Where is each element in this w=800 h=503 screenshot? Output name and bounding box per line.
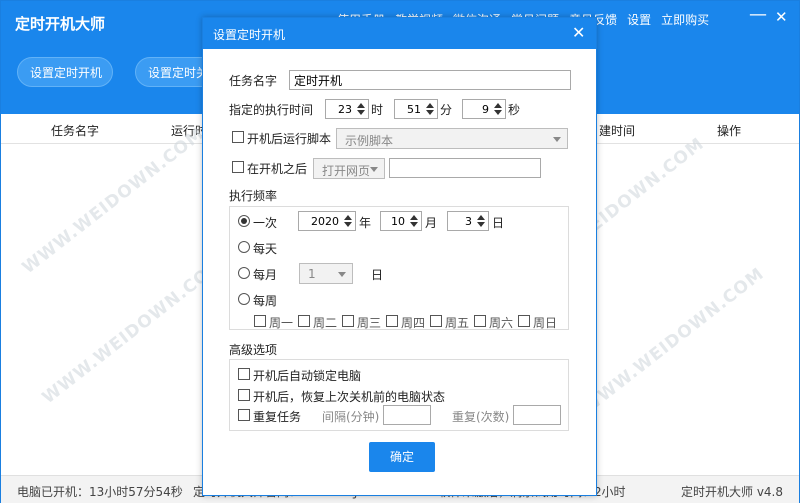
- weekday-checkbox-fri[interactable]: [430, 315, 442, 327]
- repeat-count-input[interactable]: [513, 405, 561, 425]
- spinner-arrows-icon[interactable]: [409, 213, 418, 229]
- weekday-label-thu: 周四: [401, 316, 426, 330]
- after-boot-label: 在开机之后: [247, 162, 308, 176]
- day-value: 3: [465, 215, 472, 228]
- second-unit: 秒: [508, 103, 521, 117]
- chevron-down-icon: [370, 167, 378, 172]
- weekday-label-sun: 周日: [533, 316, 558, 330]
- set-boot-dialog: 设置定时开机 ✕ 任务名字 指定的执行时间 23 时 51 分 9 秒 开机后运…: [202, 17, 597, 496]
- nav-settings[interactable]: 设置: [627, 11, 651, 28]
- minimize-icon[interactable]: —: [749, 6, 767, 24]
- frequency-label: 执行频率: [229, 189, 278, 203]
- chevron-down-icon: [338, 272, 346, 277]
- once-label: 一次: [253, 216, 278, 230]
- daily-label: 每天: [253, 242, 278, 256]
- script-select[interactable]: 示例脚本: [336, 128, 568, 149]
- weekday-label-sat: 周六: [489, 316, 514, 330]
- hour-unit: 时: [371, 103, 384, 117]
- monthly-unit: 日: [371, 268, 384, 282]
- spinner-arrows-icon[interactable]: [356, 101, 365, 117]
- month-unit: 月: [425, 216, 438, 230]
- watermark: WWW.WEIDOWN.COM: [578, 263, 769, 419]
- monthly-day-select[interactable]: 1: [299, 263, 353, 284]
- dialog-header: 设置定时开机 ✕: [203, 18, 596, 49]
- interval-input[interactable]: [383, 405, 431, 425]
- minute-spinner[interactable]: 51: [394, 99, 438, 119]
- dialog-title: 设置定时开机: [213, 28, 286, 42]
- weekday-checkbox-tue[interactable]: [298, 315, 310, 327]
- weekday-label-mon: 周一: [269, 316, 294, 330]
- nav-buy[interactable]: 立即购买: [661, 11, 709, 28]
- year-unit: 年: [359, 216, 372, 230]
- repeat-count-label: 重复(次数): [452, 410, 510, 424]
- watermark: WWW.WEIDOWN.COM: [38, 253, 229, 409]
- second-spinner[interactable]: 9: [462, 99, 506, 119]
- hour-spinner[interactable]: 23: [325, 99, 369, 119]
- minute-unit: 分: [440, 103, 453, 117]
- script-select-value: 示例脚本: [345, 134, 394, 148]
- column-create-time: 建时间: [599, 124, 636, 138]
- spinner-arrows-icon[interactable]: [343, 213, 352, 229]
- spinner-arrows-icon[interactable]: [425, 101, 434, 117]
- uptime-text: 电脑已开机：13小时57分54秒: [17, 485, 183, 499]
- auto-lock-checkbox[interactable]: [238, 368, 250, 380]
- app-title: 定时开机大师: [15, 15, 106, 33]
- run-script-label: 开机后运行脚本: [247, 132, 332, 146]
- run-script-checkbox[interactable]: [232, 131, 244, 143]
- weekday-checkbox-wed[interactable]: [342, 315, 354, 327]
- spinner-arrows-icon[interactable]: [493, 101, 502, 117]
- daily-radio[interactable]: [238, 241, 250, 253]
- weekday-checkbox-sat[interactable]: [474, 315, 486, 327]
- interval-label: 间隔(分钟): [322, 410, 380, 424]
- confirm-button[interactable]: 确定: [369, 442, 435, 472]
- task-name-input[interactable]: [289, 70, 571, 90]
- after-boot-select[interactable]: 打开网页: [313, 158, 385, 179]
- minute-value: 51: [407, 103, 421, 116]
- month-value: 10: [391, 215, 405, 228]
- chevron-down-icon: [553, 137, 561, 142]
- close-icon[interactable]: ✕: [775, 9, 788, 25]
- monthly-label: 每月: [253, 268, 278, 282]
- after-boot-select-value: 打开网页: [322, 164, 371, 178]
- second-value: 9: [482, 103, 489, 116]
- dialog-close-icon[interactable]: ✕: [572, 23, 585, 42]
- weekday-checkbox-thu[interactable]: [386, 315, 398, 327]
- day-unit: 日: [492, 216, 505, 230]
- hour-value: 23: [338, 103, 352, 116]
- year-spinner[interactable]: 2020: [298, 211, 356, 231]
- monthly-day-value: 1: [308, 267, 316, 281]
- watermark: WWW.WEIDOWN.COM: [18, 123, 209, 279]
- repeat-task-checkbox[interactable]: [238, 409, 250, 421]
- weekday-checkbox-sun[interactable]: [518, 315, 530, 327]
- task-name-label: 任务名字: [229, 74, 278, 88]
- day-spinner[interactable]: 3: [447, 211, 489, 231]
- version-text: 定时开机大师 v4.8: [681, 485, 784, 499]
- repeat-task-label: 重复任务: [253, 410, 302, 424]
- weekday-label-tue: 周二: [313, 316, 338, 330]
- set-boot-button[interactable]: 设置定时开机: [17, 57, 113, 87]
- month-spinner[interactable]: 10: [380, 211, 422, 231]
- weekly-radio[interactable]: [238, 293, 250, 305]
- exec-time-label: 指定的执行时间: [229, 103, 314, 117]
- once-radio[interactable]: [238, 215, 250, 227]
- column-operation: 操作: [717, 124, 742, 138]
- weekly-label: 每周: [253, 294, 278, 308]
- restore-state-checkbox[interactable]: [238, 389, 250, 401]
- weekday-label-wed: 周三: [357, 316, 382, 330]
- monthly-radio[interactable]: [238, 267, 250, 279]
- weekday-checkbox-mon[interactable]: [254, 315, 266, 327]
- after-boot-checkbox[interactable]: [232, 161, 244, 173]
- advanced-label: 高级选项: [229, 343, 278, 357]
- auto-lock-label: 开机后自动锁定电脑: [253, 369, 362, 383]
- column-task-name: 任务名字: [51, 124, 100, 138]
- restore-state-label: 开机后，恢复上次关机前的电脑状态: [253, 390, 446, 404]
- year-value: 2020: [311, 215, 339, 228]
- after-boot-input[interactable]: [389, 158, 541, 178]
- spinner-arrows-icon[interactable]: [476, 213, 485, 229]
- weekday-label-fri: 周五: [445, 316, 470, 330]
